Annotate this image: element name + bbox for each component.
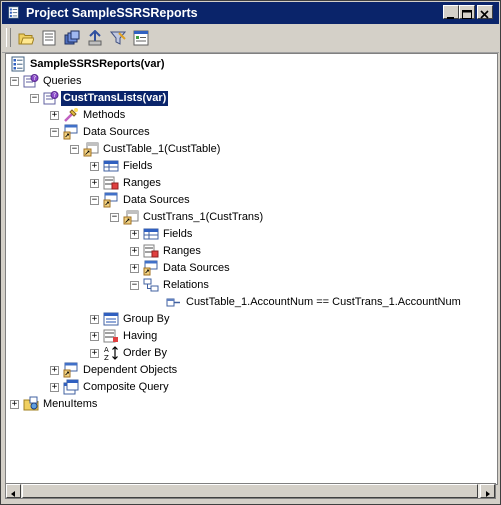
having-icon <box>103 328 119 344</box>
properties-icon <box>42 30 56 46</box>
relation-label: CustTable_1.AccountNum == CustTrans_1.Ac… <box>186 296 461 308</box>
data-sources-icon <box>63 124 79 140</box>
minimize-icon <box>447 17 454 19</box>
collapse-icon[interactable]: − <box>50 128 59 137</box>
toolbar-grip[interactable] <box>6 28 11 47</box>
data-sources-icon <box>143 260 159 276</box>
custtrans-label: CustTrans_1(CustTrans) <box>143 211 264 223</box>
expand-icon[interactable]: + <box>90 332 99 341</box>
open-icon <box>18 33 34 45</box>
ranges-icon <box>143 243 159 259</box>
collapse-icon[interactable]: − <box>10 77 19 86</box>
table-datasource-icon <box>83 141 99 157</box>
collapse-icon[interactable]: − <box>110 213 119 222</box>
collapse-icon[interactable]: − <box>70 145 79 154</box>
ranges-icon <box>103 175 119 191</box>
title-bar[interactable]: Project SampleSSRSReports <box>2 2 499 24</box>
queries-icon <box>23 73 39 89</box>
project-tree: SampleSSRSReports(var) − Queries − CustT… <box>5 53 498 485</box>
chevron-left-icon <box>11 491 15 497</box>
expand-icon[interactable]: + <box>90 315 99 324</box>
sort-az-icon <box>103 345 119 361</box>
collapse-icon[interactable]: − <box>30 94 39 103</box>
horizontal-scrollbar[interactable] <box>5 483 496 499</box>
table-datasource-icon <box>123 209 139 225</box>
expand-icon[interactable]: + <box>90 162 99 171</box>
relation-icon <box>166 294 182 310</box>
maximize-icon <box>462 10 472 19</box>
data-sources-label: Data Sources <box>123 194 190 206</box>
dependent-objects-icon <box>63 362 79 378</box>
expand-icon[interactable]: + <box>130 230 139 239</box>
dependent-objects-label: Dependent Objects <box>83 364 178 376</box>
filter-button[interactable] <box>107 28 129 48</box>
close-icon <box>480 10 489 19</box>
group-by-icon <box>103 311 119 327</box>
data-sources-label: Data Sources <box>83 126 150 138</box>
filter-icon <box>110 31 126 45</box>
methods-label: Methods <box>83 109 126 121</box>
compile-button[interactable] <box>61 28 83 48</box>
properties-button[interactable] <box>38 28 60 48</box>
project-window: Project SampleSSRSReports SampleSSRSRepo… <box>0 0 501 505</box>
close-button[interactable] <box>477 5 493 19</box>
chevron-right-icon <box>486 491 490 497</box>
query-label: CustTransLists(var) <box>61 91 169 106</box>
relations-icon <box>143 277 159 293</box>
report-icon <box>133 30 149 46</box>
expand-icon[interactable]: + <box>90 349 99 358</box>
ranges-label: Ranges <box>163 245 201 257</box>
open-button[interactable] <box>15 28 37 48</box>
add-to-version-control-icon <box>88 30 102 46</box>
group-by-label: Group By <box>123 313 170 325</box>
having-label: Having <box>123 330 158 342</box>
window-title: Project SampleSSRSReports <box>26 6 198 20</box>
fields-icon <box>143 226 159 242</box>
expand-icon[interactable]: + <box>50 366 59 375</box>
compile-icon <box>64 30 80 45</box>
report-button[interactable] <box>130 28 152 48</box>
fields-label: Fields <box>163 228 193 240</box>
scroll-left-button[interactable] <box>6 484 21 498</box>
collapse-icon[interactable]: − <box>130 281 139 290</box>
queries-label: Queries <box>43 75 82 87</box>
query-icon <box>43 90 59 106</box>
relations-label: Relations <box>163 279 209 291</box>
project-icon <box>10 56 26 72</box>
scroll-right-button[interactable] <box>480 484 495 498</box>
expand-icon[interactable]: + <box>90 179 99 188</box>
data-sources-icon <box>103 192 119 208</box>
data-sources-label: Data Sources <box>163 262 230 274</box>
custtable-label: CustTable_1(CustTable) <box>103 143 221 155</box>
order-by-label: Order By <box>123 347 168 359</box>
composite-query-icon <box>63 379 79 395</box>
root-label: SampleSSRSReports(var) <box>30 58 165 70</box>
scrollbar-thumb[interactable] <box>22 484 478 498</box>
expand-icon[interactable]: + <box>50 383 59 392</box>
collapse-icon[interactable]: − <box>90 196 99 205</box>
add-to-version-control-button[interactable] <box>84 28 106 48</box>
expand-icon[interactable]: + <box>130 247 139 256</box>
minimize-button[interactable] <box>443 5 459 19</box>
fields-icon <box>103 158 119 174</box>
expand-icon[interactable]: + <box>50 111 59 120</box>
menu-items-label: MenuItems <box>43 398 98 410</box>
toolbar <box>2 24 499 53</box>
maximize-button[interactable] <box>459 5 475 19</box>
composite-query-label: Composite Query <box>83 381 169 393</box>
expand-icon[interactable]: + <box>10 400 19 409</box>
ranges-label: Ranges <box>123 177 161 189</box>
expand-icon[interactable]: + <box>130 264 139 273</box>
project-icon <box>7 6 20 19</box>
fields-label: Fields <box>123 160 153 172</box>
menu-items-icon <box>23 396 39 412</box>
methods-icon <box>63 107 79 123</box>
